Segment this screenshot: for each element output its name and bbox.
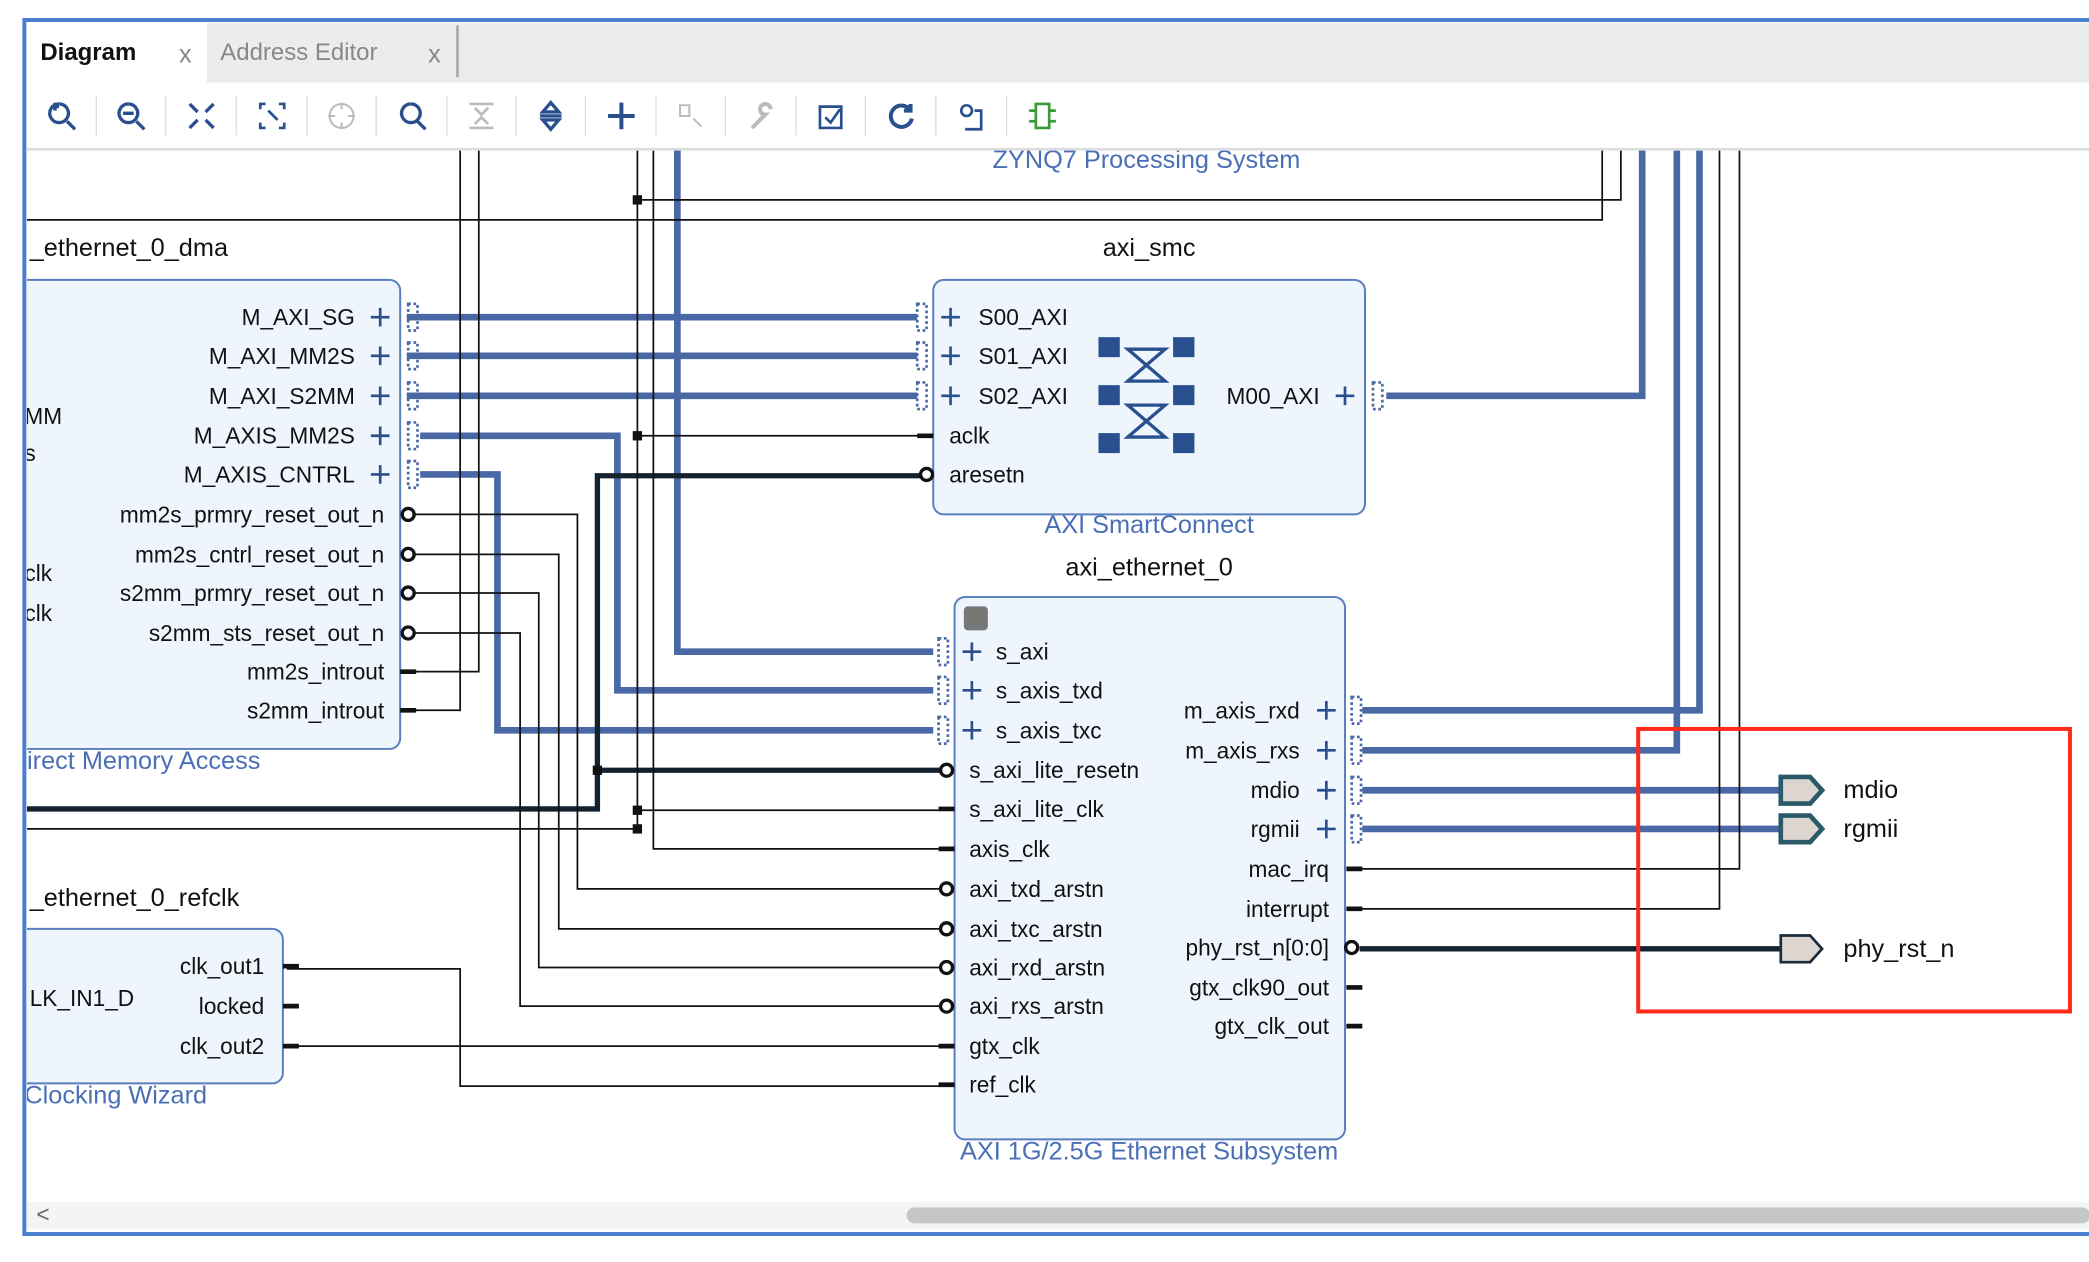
dma-port-label: s2mm_sts_reset_out_n: [149, 620, 384, 646]
crossbar-node: [1173, 433, 1195, 454]
scroll-left-arrow[interactable]: <: [36, 1201, 49, 1227]
external-port-label: mdio: [1843, 776, 1898, 804]
active-low-pin-icon[interactable]: [938, 921, 955, 937]
crossbar-node: [1173, 385, 1195, 406]
dma-left-port-label: MM: [24, 403, 62, 429]
clk-ip-name: Clocking Wizard: [24, 1081, 207, 1109]
scrollbar-thumb[interactable]: [906, 1207, 2089, 1224]
eth-port-label: axi_txc_arstn: [969, 916, 1102, 942]
eth-port-label: interrupt: [1246, 896, 1330, 922]
dma-left-port-label: clk: [24, 560, 52, 586]
clk-port-label: clk_out1: [180, 953, 264, 979]
smc-port-label: S01_AXI: [979, 343, 1068, 369]
block-design-diagram: Diagram x Address Editor x ZYNQ7 Process…: [22, 17, 2089, 1237]
dma-port-label: mm2s_introut: [247, 659, 385, 685]
active-low-pin-icon[interactable]: [400, 585, 416, 601]
eth-port-label: mac_irq: [1248, 856, 1329, 882]
dma-port-label: M_AXIS_MM2S: [194, 423, 355, 449]
eth-port-label: s_axi: [996, 639, 1049, 665]
eth-port-label: rgmii: [1251, 816, 1300, 842]
tab-label: Diagram: [40, 39, 136, 66]
clk-port-label: locked: [199, 993, 264, 1019]
smc-port-label: S02_AXI: [979, 383, 1068, 409]
dma-port-label: s2mm_introut: [247, 697, 385, 723]
eth-port-label: m_axis_rxd: [1184, 697, 1300, 723]
active-low-pin-icon[interactable]: [1344, 939, 1360, 956]
eth-ip-name: AXI 1G/2.5G Ethernet Subsystem: [960, 1137, 1338, 1165]
clk-instance-name: _ethernet_0_refclk: [29, 884, 240, 912]
dma-ip-name: irect Memory Access: [27, 747, 260, 775]
eth-port-label: gtx_clk: [969, 1033, 1040, 1059]
customize-ip-icon[interactable]: [963, 606, 988, 631]
dma-port-label: M_AXI_MM2S: [209, 343, 355, 369]
crossbar-node: [1173, 337, 1195, 358]
junction-dot: [592, 765, 603, 775]
dma-instance-name: _ethernet_0_dma: [29, 234, 229, 262]
dma-port-label: M_AXI_SG: [242, 304, 355, 330]
smc-port-label: aclk: [949, 423, 990, 449]
eth-port-label: gtx_clk_out: [1214, 1013, 1329, 1039]
active-low-pin-icon[interactable]: [938, 998, 955, 1014]
tab-label: Address Editor: [220, 39, 377, 66]
active-low-pin-icon[interactable]: [400, 625, 416, 641]
dma-port-label: M_AXI_S2MM: [209, 383, 355, 409]
dma-left-port-label: clk: [24, 600, 52, 626]
eth-instance-name: axi_ethernet_0: [1065, 554, 1232, 582]
close-icon[interactable]: x: [179, 41, 192, 69]
junction-dot: [632, 431, 643, 441]
crossbar-node: [1098, 385, 1120, 406]
external-port-mdio[interactable]: [1778, 774, 1826, 806]
crossbar-node: [1098, 433, 1120, 454]
eth-port-label: s_axi_lite_clk: [969, 796, 1104, 822]
junction-dot: [632, 195, 643, 205]
eth-port-label: axis_clk: [969, 836, 1050, 862]
smc-port-label: aresetn: [949, 461, 1025, 487]
smc-instance-name: axi_smc: [1103, 234, 1196, 262]
eth-port-label: s_axis_txd: [996, 677, 1103, 703]
active-low-pin-icon[interactable]: [400, 506, 416, 523]
dma-port-label: mm2s_cntrl_reset_out_n: [135, 541, 384, 567]
junction-dot: [632, 824, 643, 834]
eth-port-label: s_axis_txc: [996, 717, 1102, 743]
eth-port-label: axi_rxs_arstn: [969, 993, 1104, 1019]
active-low-pin-icon[interactable]: [938, 959, 955, 976]
smc-ip-name: AXI SmartConnect: [1044, 511, 1254, 539]
eth-port-label: m_axis_rxs: [1185, 737, 1300, 763]
external-port-rgmii[interactable]: [1778, 813, 1826, 845]
active-low-pin-icon[interactable]: [938, 762, 955, 778]
eth-port-label: mdio: [1251, 777, 1300, 803]
eth-port-label: ref_clk: [969, 1072, 1036, 1098]
eth-port-label: axi_rxd_arstn: [969, 954, 1105, 980]
clk-left-port-label: LK_IN1_D: [30, 985, 134, 1011]
eth-port-label: phy_rst_n[0:0]: [1186, 934, 1329, 960]
eth-port-label: axi_txd_arstn: [969, 876, 1104, 902]
close-icon[interactable]: x: [428, 41, 441, 69]
smc-port-label: S00_AXI: [979, 304, 1068, 330]
dma-port-label: s2mm_prmry_reset_out_n: [120, 580, 384, 606]
junction-dot: [632, 805, 643, 815]
tab-diagram[interactable]: Diagram x: [27, 22, 207, 83]
active-low-pin-icon[interactable]: [918, 466, 935, 483]
active-low-pin-icon[interactable]: [400, 546, 416, 563]
dma-port-label: mm2s_prmry_reset_out_n: [120, 501, 384, 527]
eth-port-label: s_axi_lite_resetn: [969, 757, 1139, 783]
external-port-label: phy_rst_n: [1843, 935, 1954, 963]
external-port-label: rgmii: [1843, 815, 1898, 843]
eth-port-label: gtx_clk90_out: [1189, 974, 1329, 1000]
dma-port-label: M_AXIS_CNTRL: [184, 461, 355, 487]
clk-port-label: clk_out2: [180, 1033, 264, 1059]
crossbar-node: [1098, 337, 1120, 358]
smc-port-label: M00_AXI: [1227, 383, 1320, 409]
active-low-pin-icon[interactable]: [938, 881, 955, 897]
